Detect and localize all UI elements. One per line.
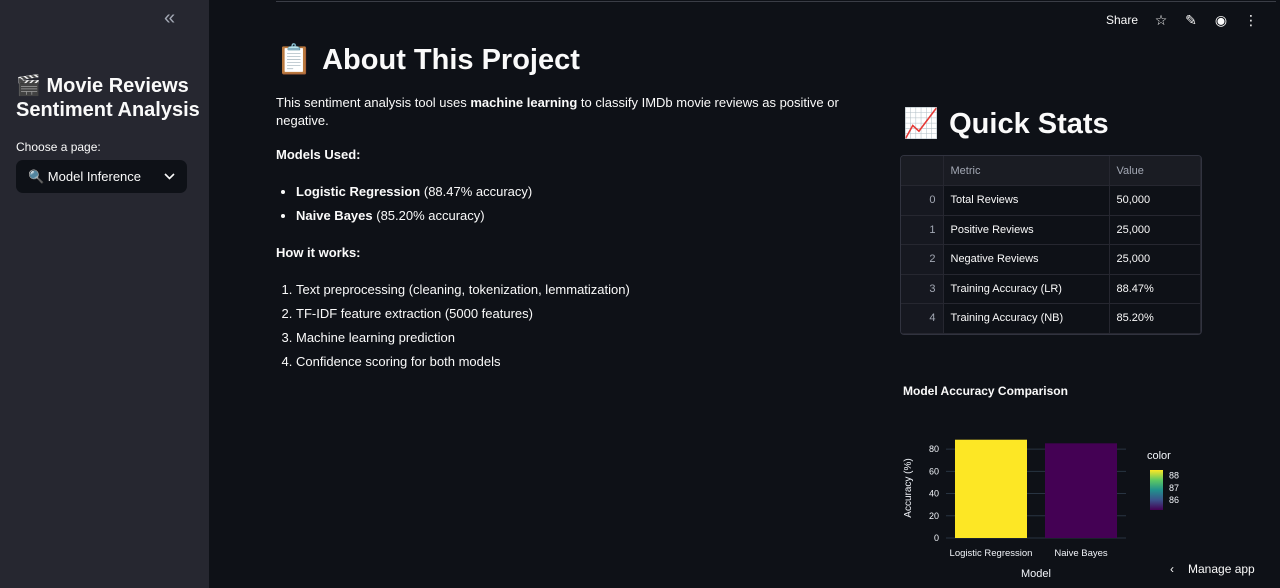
table-row: 0 Total Reviews 50,000 — [901, 185, 1201, 216]
about-description: This sentiment analysis tool uses machin… — [276, 94, 876, 130]
desc-text-1: This sentiment analysis tool uses — [276, 95, 471, 110]
column-header-value[interactable]: Value — [1109, 156, 1201, 186]
chevron-left-icon: ‹ — [1170, 562, 1174, 576]
edit-icon[interactable]: ✎ — [1184, 12, 1198, 29]
colorbar-title: color — [1147, 450, 1171, 462]
column-header-index[interactable] — [901, 156, 944, 186]
metric-cell[interactable]: Training Accuracy (LR) — [943, 274, 1110, 304]
bar — [1045, 443, 1117, 538]
metric-cell[interactable]: Positive Reviews — [943, 215, 1110, 245]
value-cell[interactable]: 88.47% — [1109, 274, 1201, 304]
sidebar: « 🎬 Movie Reviews Sentiment Analysis Cho… — [0, 0, 209, 588]
list-item: Naive Bayes (85.20% accuracy) — [296, 204, 876, 228]
accuracy-bar-chart[interactable]: 0 20 40 60 80 Logistic Regression Naive BayesM… — [896, 436, 1196, 582]
table-row: 4 Training Accuracy (NB) 85.20% — [901, 303, 1201, 334]
page-select-value: 🔍 Model Inference — [28, 168, 142, 184]
metric-cell[interactable]: Total Reviews — [943, 185, 1110, 216]
chart-increasing-icon: 📈 — [903, 108, 940, 140]
collapse-sidebar-icon[interactable]: « — [164, 8, 184, 29]
table-row: 1 Positive Reviews 25,000 — [901, 215, 1201, 245]
y-tick-label: 40 — [929, 489, 939, 499]
manage-app-button[interactable]: ‹ Manage app — [1170, 562, 1255, 576]
manage-app-label: Manage app — [1188, 562, 1255, 576]
colorbar-tick-label: 87 — [1169, 483, 1179, 493]
model-name: Logistic Regression — [296, 184, 421, 199]
colorbar-tick-label: 88 — [1169, 471, 1179, 481]
quick-stats-title: 📈 Quick Stats — [903, 104, 1109, 144]
table-row: 3 Training Accuracy (LR) 88.47% — [901, 274, 1201, 304]
model-detail: (85.20% accuracy) — [372, 208, 485, 223]
table-header-row: Metric Value — [901, 156, 1201, 186]
x-axis-title: Model — [1021, 568, 1051, 580]
value-cell[interactable]: 50,000 — [1109, 185, 1201, 216]
sidebar-title: 🎬 Movie Reviews Sentiment Analysis — [16, 75, 200, 121]
y-tick-label: 20 — [929, 511, 939, 521]
table-row: 2 Negative Reviews 25,000 — [901, 244, 1201, 275]
about-title-text: About This Project — [322, 44, 580, 76]
about-title: 📋 About This Project — [276, 40, 876, 80]
share-button[interactable]: Share — [1106, 13, 1138, 27]
value-cell[interactable]: 85.20% — [1109, 303, 1201, 334]
steps-list: Text preprocessing (cleaning, tokenizati… — [276, 278, 876, 374]
app-toolbar: Share ☆ ✎ ◉ ⋮ — [1106, 10, 1258, 30]
how-heading: How it works: — [276, 245, 361, 260]
value-cell[interactable]: 25,000 — [1109, 215, 1201, 245]
row-index: 1 — [901, 215, 944, 245]
stats-table[interactable]: Metric Value 0 Total Reviews 50,000 1 Po… — [900, 155, 1202, 335]
clipboard-icon: 📋 — [276, 44, 313, 76]
chart-title: Model Accuracy Comparison — [903, 384, 1068, 398]
list-item: Logistic Regression (88.47% accuracy) — [296, 180, 876, 204]
page-select-label: Choose a page: — [16, 140, 101, 154]
chevron-down-icon — [164, 171, 175, 183]
list-item: Machine learning prediction — [296, 326, 876, 350]
y-tick-label: 60 — [929, 466, 939, 476]
list-item: Text preprocessing (cleaning, tokenizati… — [296, 278, 876, 302]
about-section: 📋 About This Project This sentiment anal… — [276, 40, 876, 374]
desc-text-bold: machine learning — [470, 95, 578, 110]
value-cell[interactable]: 25,000 — [1109, 244, 1201, 275]
star-icon[interactable]: ☆ — [1154, 12, 1168, 29]
header-divider — [276, 1, 1276, 2]
colorbar-tick-label: 86 — [1169, 495, 1179, 505]
page-select[interactable]: 🔍 Model Inference — [16, 160, 187, 193]
colorbar — [1150, 470, 1163, 510]
quick-stats-title-text: Quick Stats — [949, 108, 1109, 140]
row-index: 2 — [901, 244, 944, 275]
y-axis-title: Accuracy (%) — [903, 458, 914, 517]
row-index: 4 — [901, 303, 944, 334]
row-index: 0 — [901, 185, 944, 216]
models-list: Logistic Regression (88.47% accuracy) Na… — [276, 180, 876, 228]
list-item: Confidence scoring for both models — [296, 350, 876, 374]
column-header-metric[interactable]: Metric — [943, 156, 1110, 186]
model-name: Naive Bayes — [296, 208, 373, 223]
x-tick-label: Naive Bayes — [1054, 548, 1108, 559]
metric-cell[interactable]: Negative Reviews — [943, 244, 1110, 275]
more-menu-icon[interactable]: ⋮ — [1244, 12, 1258, 29]
models-heading: Models Used: — [276, 147, 361, 162]
row-index: 3 — [901, 274, 944, 304]
model-detail: (88.47% accuracy) — [420, 184, 533, 199]
y-tick-label: 0 — [934, 533, 939, 543]
y-tick-label: 80 — [929, 444, 939, 454]
bar — [955, 439, 1027, 538]
github-icon[interactable]: ◉ — [1214, 12, 1228, 29]
metric-cell[interactable]: Training Accuracy (NB) — [943, 303, 1110, 334]
list-item: TF-IDF feature extraction (5000 features… — [296, 302, 876, 326]
x-tick-label: Logistic Regression — [950, 548, 1033, 559]
